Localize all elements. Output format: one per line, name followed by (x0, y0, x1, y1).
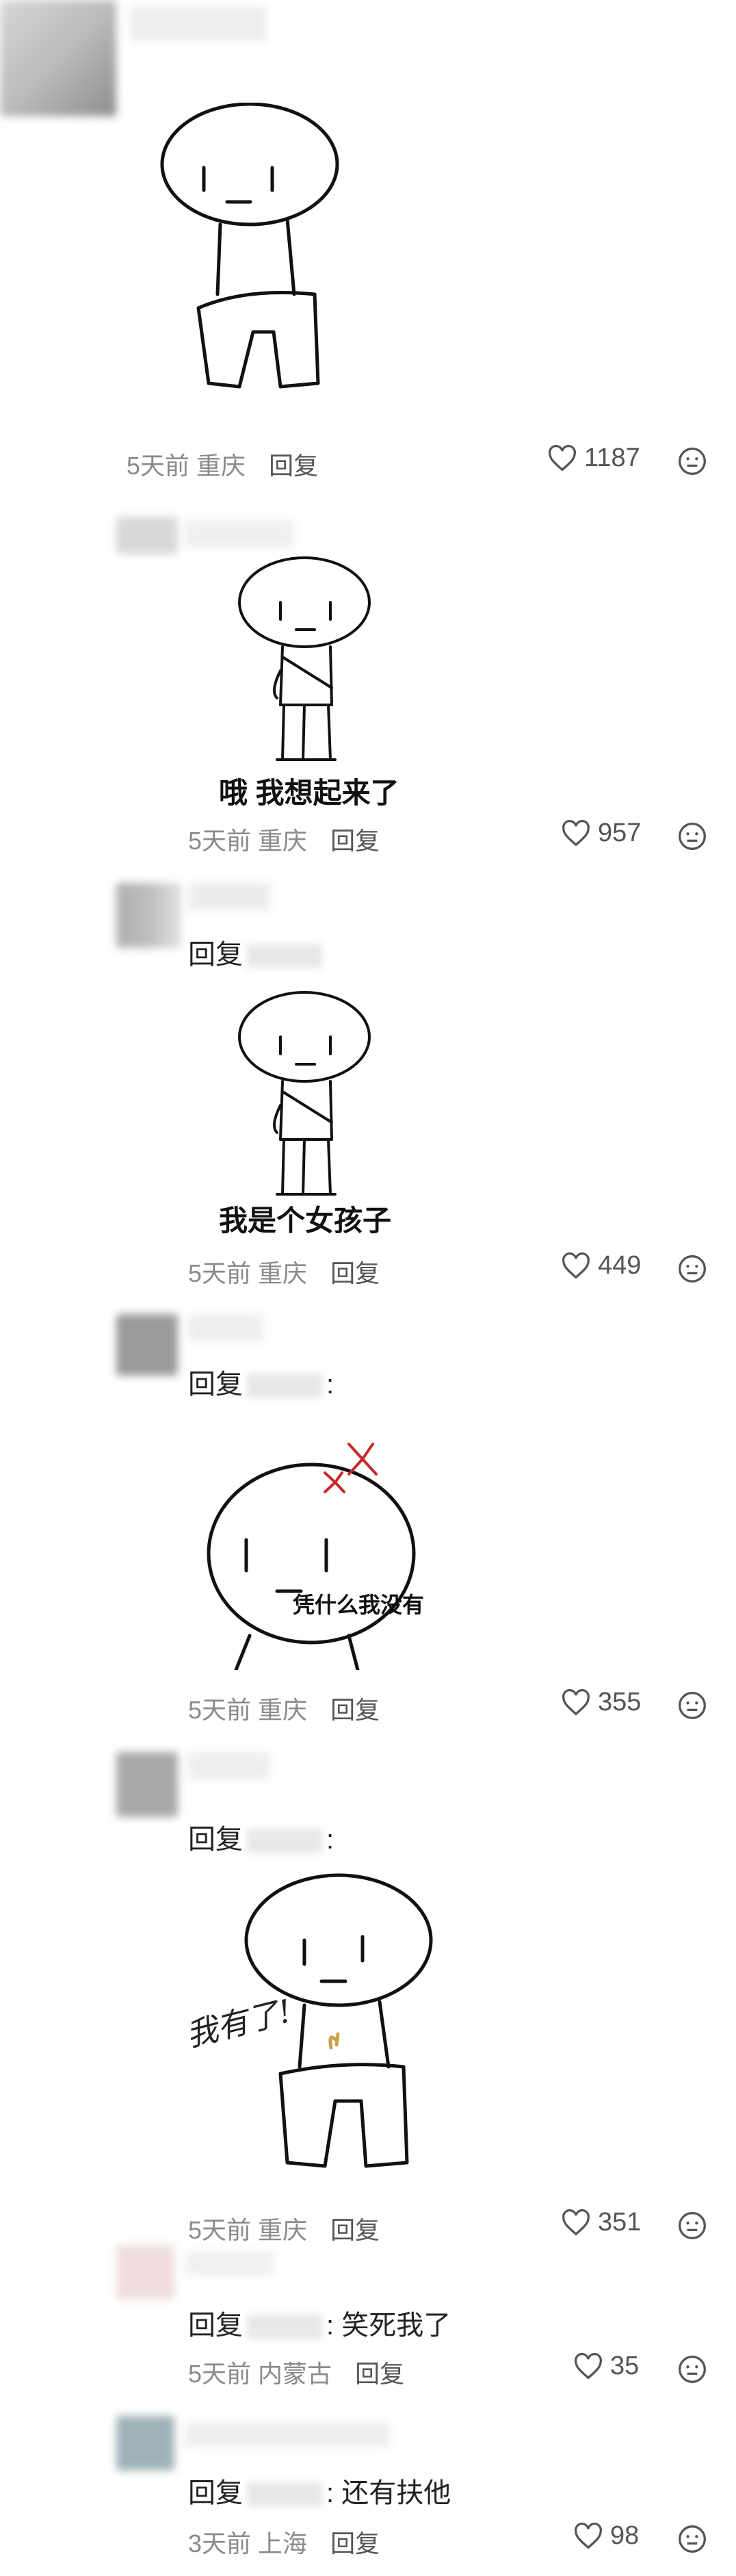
comment-time: 3天前 (188, 2529, 252, 2558)
avatar[interactable] (116, 1314, 178, 1376)
image-caption: 哦 我想起来了 (219, 777, 399, 809)
masked-username (247, 1829, 322, 1854)
heart-outline-icon (549, 444, 576, 472)
neutral-face-icon[interactable] (677, 2211, 707, 2241)
neutral-face-icon[interactable] (677, 821, 707, 851)
comment-meta: 5天前 内蒙古 回复 (188, 2354, 404, 2390)
like-count: 957 (598, 819, 642, 847)
reply-target: 回复: 笑死我了 (188, 2310, 451, 2341)
avatar[interactable] (116, 2245, 174, 2300)
like-button[interactable]: 957 (561, 819, 641, 848)
avatar[interactable] (116, 1752, 178, 1817)
username[interactable] (188, 883, 270, 910)
masked-username (247, 944, 322, 969)
reply-target: 回复: 还有扶他 (188, 2478, 451, 2508)
comment-meta: 5天前 重庆 回复 (188, 1254, 380, 1289)
heart-outline-icon (562, 2208, 590, 2236)
neutral-face-icon[interactable] (677, 2524, 707, 2554)
reply-button[interactable]: 回复 (330, 1259, 380, 1287)
reply-target: 回复: (188, 1825, 334, 1855)
comment-meta: 5天前 重庆 回复 (188, 2211, 380, 2246)
masked-username (247, 2482, 322, 2508)
reply-target: 回复 (188, 932, 326, 972)
comment-meta: 3天前 上海 回复 (188, 2524, 380, 2560)
reply-button[interactable]: 回复 (355, 2360, 404, 2388)
comment-meta: 5天前 重庆 回复 (188, 1690, 380, 1726)
comment-meta: 5天前 重庆 回复 (188, 821, 380, 857)
username[interactable] (185, 2423, 390, 2447)
comment-time: 5天前 (127, 452, 190, 480)
like-button[interactable]: 98 (573, 2521, 639, 2551)
like-button[interactable]: 35 (573, 2352, 639, 2381)
neutral-face-icon[interactable] (677, 446, 707, 476)
comment-location: 重庆 (258, 2216, 308, 2244)
username[interactable] (185, 520, 294, 548)
reply-button[interactable]: 回复 (330, 1696, 380, 1724)
heart-outline-icon (562, 819, 590, 847)
comment-location: 上海 (258, 2529, 308, 2558)
comment-image[interactable] (229, 554, 380, 773)
heart-outline-icon (575, 2352, 602, 2380)
like-button[interactable]: 351 (561, 2208, 641, 2237)
like-count: 351 (598, 2208, 642, 2237)
like-count: 1187 (584, 443, 640, 472)
comment-location: 内蒙古 (258, 2360, 332, 2388)
heart-outline-icon (562, 1688, 590, 1716)
neutral-face-icon[interactable] (677, 2354, 707, 2384)
like-button[interactable]: 449 (561, 1251, 641, 1280)
neutral-face-icon[interactable] (677, 1690, 707, 1721)
comment-time: 5天前 (188, 1696, 252, 1724)
avatar[interactable] (0, 0, 116, 116)
like-count: 98 (610, 2521, 640, 2550)
comment-location: 重庆 (196, 452, 246, 480)
comment-time: 5天前 (188, 2360, 252, 2388)
image-caption: 我是个女孩子 (219, 1205, 392, 1237)
username[interactable] (188, 1752, 270, 1779)
comment-time: 5天前 (188, 1259, 252, 1287)
reply-button[interactable]: 回复 (330, 2529, 380, 2558)
comment-image[interactable] (229, 989, 380, 1208)
like-button[interactable]: 1187 (547, 443, 640, 473)
avatar[interactable] (116, 517, 178, 554)
like-count: 35 (610, 2352, 640, 2380)
username[interactable] (130, 7, 267, 41)
masked-username (247, 2315, 322, 2340)
heart-outline-icon (562, 1252, 590, 1279)
reply-button[interactable]: 回复 (330, 827, 380, 855)
reply-button[interactable]: 回复 (269, 452, 318, 480)
reply-text: 还有扶他 (341, 2478, 451, 2508)
avatar[interactable] (116, 883, 181, 948)
neutral-face-icon[interactable] (677, 1254, 707, 1284)
comment-location: 重庆 (258, 827, 308, 855)
comment-time: 5天前 (188, 827, 252, 855)
like-button[interactable]: 355 (561, 1688, 641, 1717)
comment-location: 重庆 (258, 1259, 308, 1287)
image-caption: 凭什么我没有 (293, 1593, 425, 1617)
reply-button[interactable]: 回复 (330, 2216, 380, 2244)
like-count: 355 (598, 1688, 642, 1716)
reply-target: 回复: (188, 1369, 334, 1400)
heart-outline-icon (575, 2522, 602, 2549)
comment-meta: 5天前 重庆 回复 (127, 446, 318, 482)
comment-image[interactable] (195, 1417, 441, 1672)
comment-image[interactable] (157, 102, 342, 397)
username[interactable] (188, 1314, 263, 1341)
masked-username (247, 1374, 322, 1399)
avatar[interactable] (116, 2416, 174, 2471)
reply-text: 笑死我了 (341, 2310, 451, 2341)
comment-time: 5天前 (188, 2216, 252, 2244)
comment-location: 重庆 (258, 1696, 308, 1724)
username[interactable] (185, 2252, 274, 2276)
like-count: 449 (598, 1251, 642, 1280)
